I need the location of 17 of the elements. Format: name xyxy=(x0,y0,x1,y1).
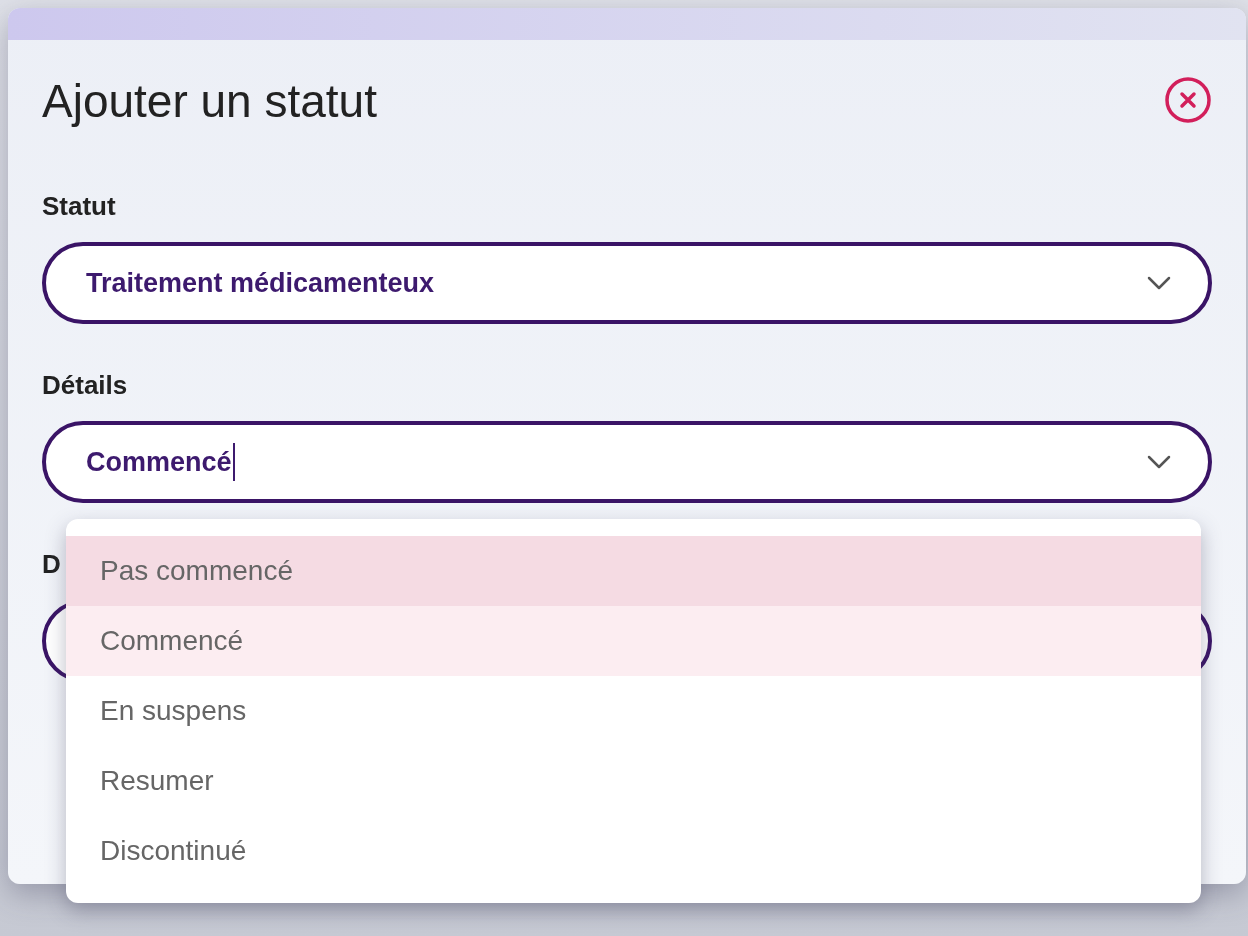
dialog-title: Ajouter un statut xyxy=(42,74,377,129)
close-icon xyxy=(1164,76,1212,124)
field-value: Commencé xyxy=(86,445,232,479)
field-label: D xyxy=(42,548,61,582)
chevron-down-icon xyxy=(1146,454,1172,471)
select-field[interactable]: Commencé xyxy=(42,421,1212,504)
dropdown-option[interactable]: Resumer xyxy=(66,746,1201,816)
field-label: Détails xyxy=(42,369,128,403)
field-label: Statut xyxy=(42,190,116,224)
dropdown-option[interactable]: Discontinué xyxy=(66,816,1201,886)
field-value: Traitement médicamenteux xyxy=(86,266,435,300)
close-button[interactable] xyxy=(1164,76,1212,124)
chevron-down-icon xyxy=(1146,275,1172,292)
dropdown-option[interactable]: En suspens xyxy=(66,676,1201,746)
select-field[interactable]: Traitement médicamenteux xyxy=(42,242,1212,325)
dropdown-option[interactable]: Pas commencé xyxy=(66,536,1201,606)
dropdown-option[interactable]: Commencé xyxy=(66,606,1201,676)
